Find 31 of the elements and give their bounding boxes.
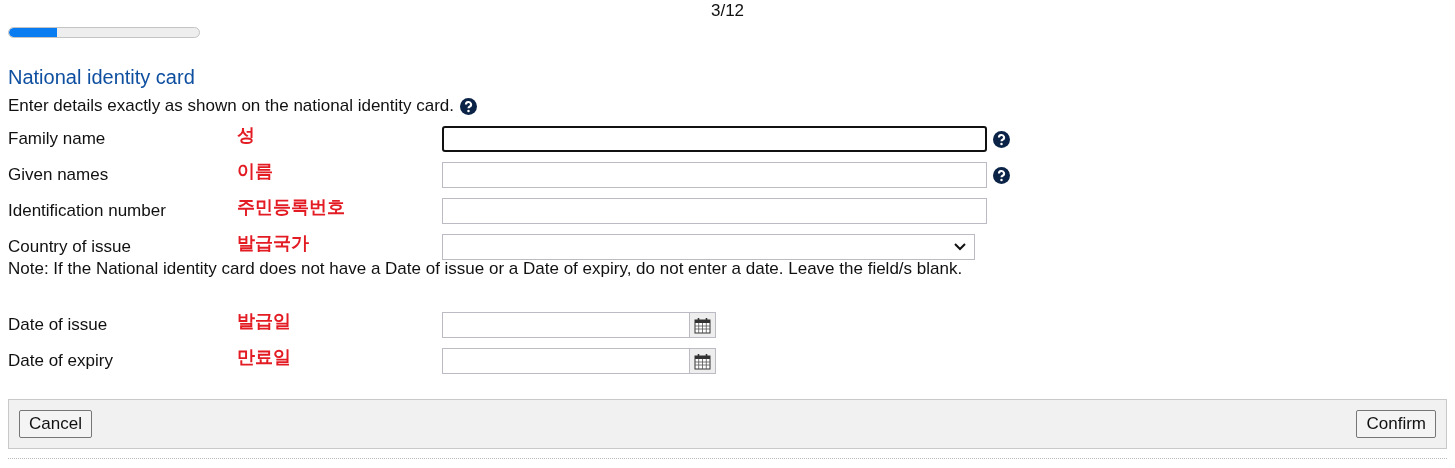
- date-field[interactable]: [442, 348, 690, 374]
- confirm-button[interactable]: Confirm: [1356, 410, 1436, 438]
- section-title: National identity card: [8, 65, 196, 90]
- date-note: Note: If the National identity card does not have a Date of issue or a Date of expiry, do not enter a date. Leave the field/s blank.: [8, 259, 964, 279]
- cancel-button[interactable]: Cancel: [19, 410, 92, 438]
- korean-annotation: 발급국가: [236, 232, 310, 255]
- field-label: Date of issue: [8, 315, 109, 335]
- calendar-icon: [694, 316, 711, 334]
- help-icon[interactable]: [993, 166, 1010, 184]
- chevron-down-icon: [954, 243, 966, 251]
- date-field[interactable]: [442, 312, 690, 338]
- help-icon[interactable]: [460, 97, 478, 115]
- korean-annotation: 발급일: [236, 310, 292, 333]
- instruction-text: Enter details exactly as shown on the national identity card.: [8, 96, 455, 116]
- field-label: Given names: [8, 165, 110, 185]
- korean-annotation: 성: [236, 124, 256, 147]
- field-label: Family name: [8, 129, 107, 149]
- field-label: Country of issue: [8, 237, 132, 257]
- step-counter: 3/12: [710, 1, 745, 20]
- korean-annotation: 이름: [236, 160, 274, 183]
- calendar-icon: [694, 352, 711, 370]
- field-label: Date of expiry: [8, 351, 114, 371]
- korean-annotation: 만료일: [236, 346, 292, 369]
- korean-annotation: 주민등록번호: [236, 196, 346, 219]
- calendar-button[interactable]: [690, 312, 716, 338]
- calendar-button[interactable]: [690, 348, 716, 374]
- text-field[interactable]: [442, 162, 987, 188]
- text-field[interactable]: [442, 198, 987, 224]
- text-field[interactable]: [442, 126, 987, 152]
- field-label: Identification number: [8, 201, 167, 221]
- help-icon[interactable]: [993, 130, 1010, 148]
